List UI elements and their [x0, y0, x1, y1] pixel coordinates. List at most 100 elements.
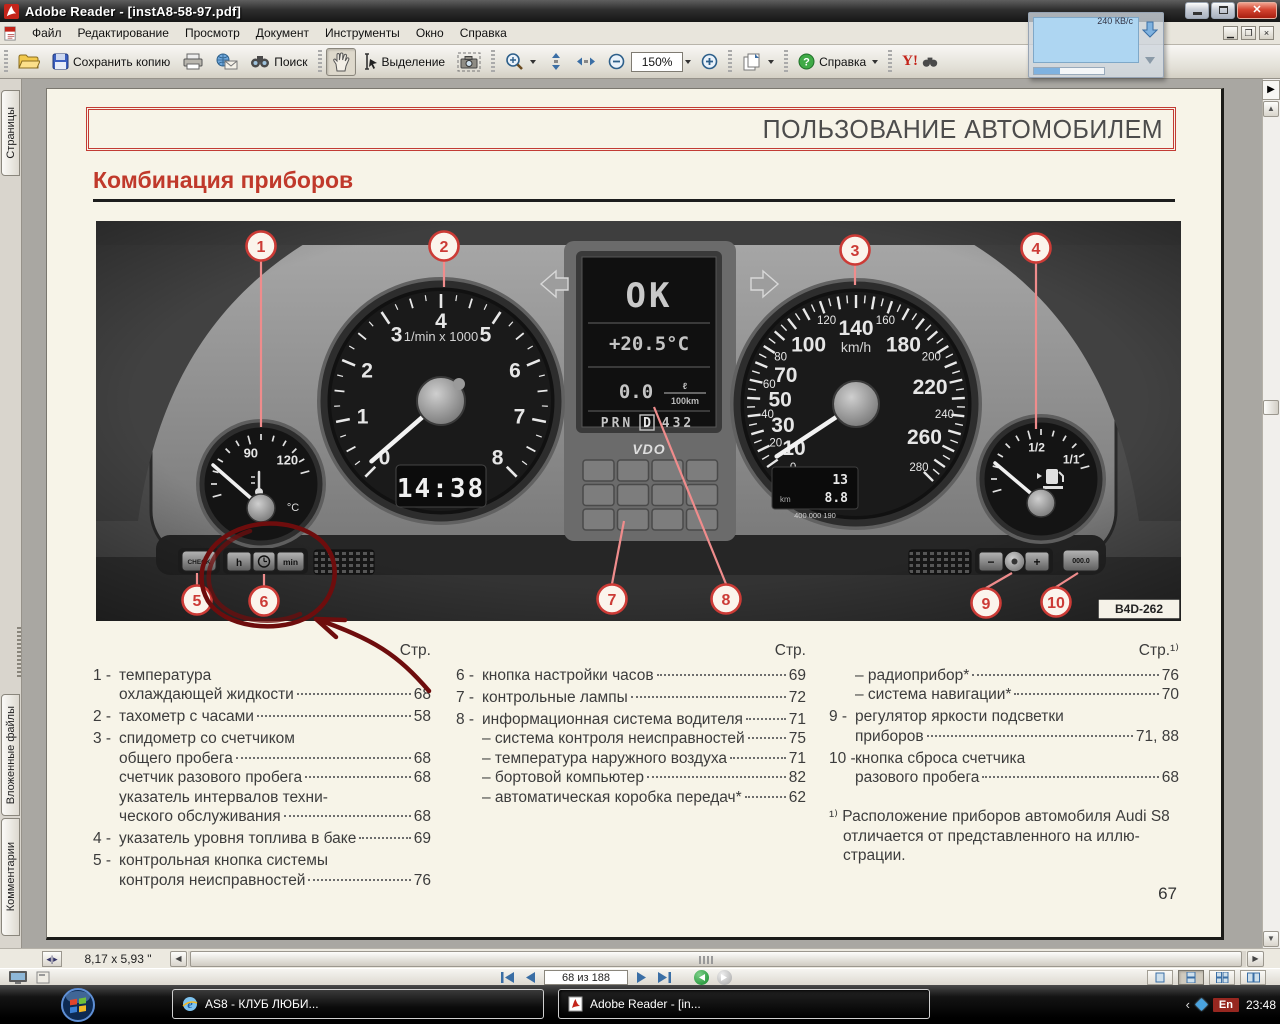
last-page-button[interactable]: [656, 971, 672, 984]
page-view-mode-buttons: [1147, 970, 1266, 985]
tab-attachments[interactable]: Вложенные файлы: [1, 694, 20, 816]
page-size-indicator: 8,17 x 5,93 ": [66, 950, 170, 968]
snapshot-button[interactable]: [451, 48, 487, 76]
first-page-button[interactable]: [500, 971, 516, 984]
page-title: Комбинация приборов: [93, 167, 353, 194]
tray-chevron-icon[interactable]: ‹: [1186, 997, 1190, 1012]
hand-tool-button[interactable]: [326, 48, 356, 76]
mdi-restore-button[interactable]: ❐: [1241, 26, 1256, 40]
tray-app-icon[interactable]: [1195, 998, 1208, 1011]
fullscreen-monitor-icon[interactable]: [8, 970, 28, 985]
legend-item: приборов71, 88: [829, 727, 1179, 747]
toolbar-grip[interactable]: [728, 50, 732, 74]
maximize-button[interactable]: [1211, 2, 1235, 19]
task-label: Adobe Reader - [in...: [590, 997, 701, 1011]
save-copy-button[interactable]: Сохранить копию: [46, 48, 176, 76]
svg-text:1: 1: [257, 239, 266, 256]
page-view-icon[interactable]: [36, 971, 50, 984]
facing-view-button[interactable]: [1240, 970, 1266, 985]
svg-text:km: km: [780, 495, 791, 504]
legend-column-2: Стр.6 -кнопка настройки часов697 -контро…: [456, 641, 806, 807]
yahoo-search-button[interactable]: Y!: [896, 48, 944, 76]
toolbar-grip[interactable]: [4, 50, 8, 74]
download-progress-bar: [1033, 67, 1105, 75]
search-label: Поиск: [274, 55, 307, 69]
chevron-down-icon: [768, 60, 774, 64]
svg-text:5: 5: [480, 323, 492, 346]
taskbar-task-browser[interactable]: e AS8 - КЛУБ ЛЮБИ...: [172, 989, 544, 1019]
next-page-button[interactable]: [636, 971, 648, 984]
toolbar-grip[interactable]: [784, 50, 788, 74]
pdf-document-icon: [3, 26, 18, 41]
scroll-down-button[interactable]: ▼: [1263, 931, 1279, 947]
svg-text:160: 160: [876, 315, 895, 327]
menu-edit[interactable]: Редактирование: [70, 23, 177, 43]
svg-text:80: 80: [774, 352, 787, 364]
zoom-dropdown-icon[interactable]: [685, 60, 691, 64]
legend-item: 10 -кнопка сброса счетчика: [829, 749, 1179, 769]
document-area[interactable]: ПОЛЬЗОВАНИЕ АВТОМОБИЛЕМ Комбинация прибо…: [22, 79, 1262, 948]
horizontal-scroll-thumb[interactable]: [190, 951, 1242, 967]
pane-toggle-button[interactable]: ▶: [1262, 80, 1280, 100]
task-label: AS8 - КЛУБ ЛЮБИ...: [205, 997, 319, 1011]
menu-tools[interactable]: Инструменты: [317, 23, 408, 43]
zoom-out-button[interactable]: [602, 48, 631, 76]
scroll-right-button[interactable]: ▶: [1247, 951, 1264, 967]
tab-comments[interactable]: Комментарии: [1, 818, 20, 936]
page-layout-button[interactable]: [736, 48, 780, 76]
mdi-close-button[interactable]: ×: [1259, 26, 1274, 40]
view-forward-button[interactable]: [717, 970, 732, 985]
print-button[interactable]: [176, 48, 210, 76]
scroll-left-button[interactable]: ◀: [170, 951, 187, 967]
download-expand-icon[interactable]: [1145, 57, 1155, 64]
svg-text:60: 60: [763, 379, 776, 391]
zoom-level-input[interactable]: 150%: [631, 52, 683, 72]
menu-help[interactable]: Справка: [452, 23, 515, 43]
continuous-view-button[interactable]: [1178, 970, 1204, 985]
menu-view[interactable]: Просмотр: [177, 23, 248, 43]
magnifier-plus-icon: [505, 52, 524, 71]
splitter-button[interactable]: ◂|▸: [42, 951, 62, 967]
menu-document[interactable]: Документ: [248, 23, 317, 43]
download-arrow-icon[interactable]: [1142, 21, 1158, 39]
menu-file[interactable]: Файл: [24, 23, 70, 43]
search-button[interactable]: Поиск: [244, 48, 313, 76]
tab-pages[interactable]: Страницы: [1, 90, 20, 176]
fit-page-button[interactable]: [542, 48, 570, 76]
panel-splitter-grip[interactable]: [17, 627, 21, 677]
open-button[interactable]: [12, 48, 46, 76]
toolbar-grip[interactable]: [491, 50, 495, 74]
download-manager-popup[interactable]: 240 КВ/с: [1028, 12, 1164, 78]
horizontal-scroll-track[interactable]: [188, 951, 1246, 967]
zoom-in-button[interactable]: [695, 48, 724, 76]
email-button[interactable]: [210, 48, 244, 76]
view-back-button[interactable]: [694, 970, 709, 985]
single-page-view-button[interactable]: [1147, 970, 1173, 985]
help-button[interactable]: ? Справка: [792, 48, 884, 76]
menu-window[interactable]: Окно: [408, 23, 452, 43]
yahoo-logo: Y!: [902, 53, 918, 70]
help-label: Справка: [819, 55, 866, 69]
printer-icon: [182, 53, 204, 70]
toolbar-grip[interactable]: [318, 50, 322, 74]
help-icon: ?: [798, 53, 815, 70]
close-button[interactable]: ✕: [1237, 2, 1277, 19]
select-tool-button[interactable]: Выделение: [356, 48, 452, 76]
language-indicator[interactable]: En: [1213, 998, 1239, 1012]
svg-text:140: 140: [838, 317, 873, 340]
scroll-up-button[interactable]: ▲: [1263, 101, 1279, 117]
toolbar-grip[interactable]: [888, 50, 892, 74]
continuous-facing-view-button[interactable]: [1209, 970, 1235, 985]
vertical-scroll-thumb[interactable]: [1263, 400, 1279, 415]
mdi-minimize-button[interactable]: ▁: [1223, 26, 1238, 40]
page-number-input[interactable]: 68 из 188: [544, 970, 628, 985]
fit-width-button[interactable]: [570, 48, 602, 76]
vertical-scrollbar[interactable]: [1262, 79, 1280, 948]
tab-pages-label: Страницы: [5, 107, 17, 159]
previous-page-button[interactable]: [524, 971, 536, 984]
minimize-button[interactable]: [1185, 2, 1209, 19]
taskbar-task-reader[interactable]: Adobe Reader - [in...: [558, 989, 930, 1019]
zoom-in-tool-button[interactable]: [499, 48, 542, 76]
chevron-down-icon: [872, 60, 878, 64]
start-button[interactable]: [60, 987, 96, 1023]
